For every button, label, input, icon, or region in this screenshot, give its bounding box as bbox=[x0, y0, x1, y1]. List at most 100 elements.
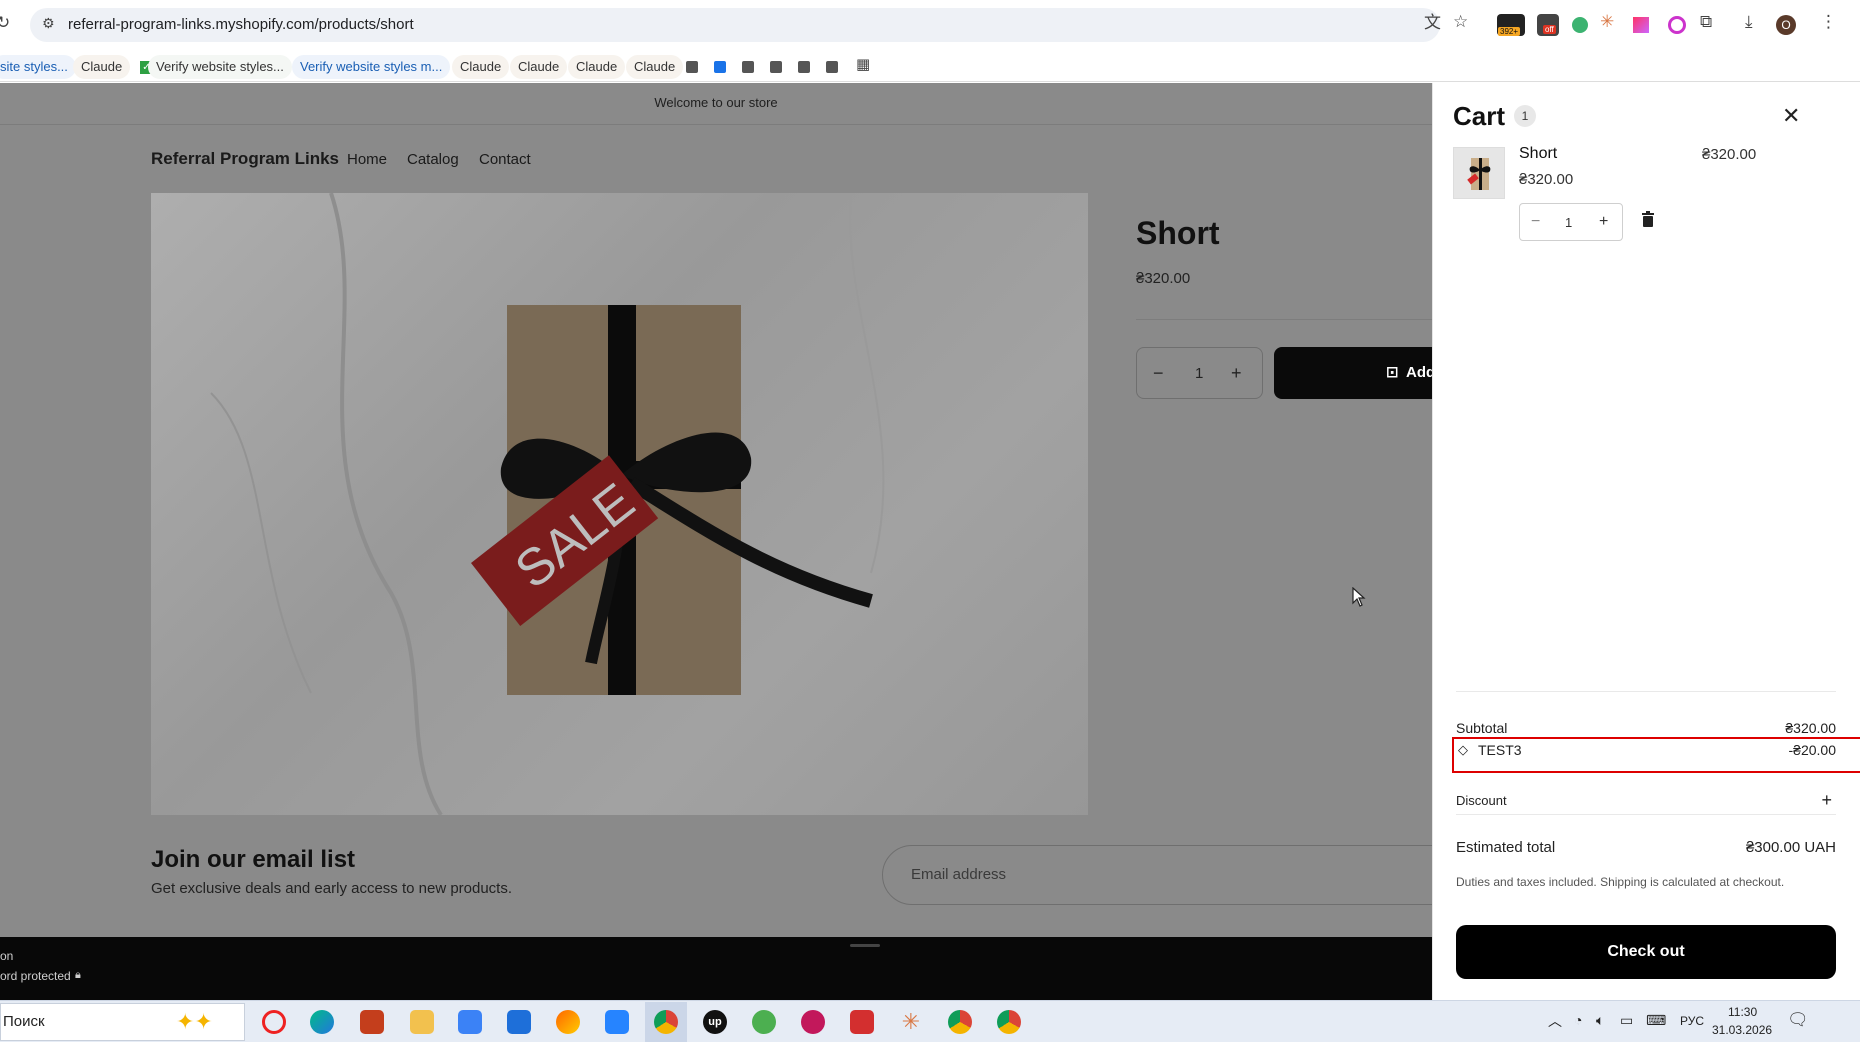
clock-date[interactable]: 31.03.2026 bbox=[1712, 1023, 1772, 1037]
outlook-icon[interactable] bbox=[507, 1010, 531, 1034]
extensions-puzzle-icon[interactable]: ⧉ bbox=[1700, 12, 1712, 32]
url-text[interactable]: referral-program-links.myshopify.com/pro… bbox=[68, 16, 414, 33]
close-icon[interactable]: ✕ bbox=[1782, 103, 1800, 129]
gift-thumbnail-image bbox=[1454, 148, 1504, 198]
browser-menu-icon[interactable]: ⋮ bbox=[1820, 12, 1837, 32]
browser-chrome: ↻ ⚙ referral-program-links.myshopify.com… bbox=[0, 0, 1860, 82]
bookmark-item[interactable]: Claude bbox=[452, 55, 510, 79]
cart-item-line-total: ₴320.00 bbox=[1702, 146, 1757, 163]
subtotal-label: Subtotal bbox=[1456, 720, 1508, 736]
minus-icon[interactable]: − bbox=[1153, 363, 1164, 384]
subtotal-value: ₴320.00 bbox=[1785, 720, 1836, 736]
extension-gradient-icon[interactable] bbox=[1633, 17, 1649, 33]
battery-icon[interactable]: ▭ bbox=[1620, 1012, 1633, 1029]
minus-icon[interactable]: − bbox=[1531, 213, 1540, 231]
download-icon[interactable]: ⤓ bbox=[1745, 12, 1753, 32]
bag-icon: ⊡ bbox=[1386, 364, 1399, 381]
app-icon[interactable] bbox=[801, 1010, 825, 1034]
product-quantity-selector[interactable]: − 1 + bbox=[1136, 347, 1263, 399]
estimated-total-value: ₴300.00 UAH bbox=[1745, 839, 1836, 856]
trash-icon[interactable] bbox=[1641, 211, 1655, 227]
edge-icon[interactable] bbox=[310, 1010, 334, 1034]
cart-item-name[interactable]: Short bbox=[1519, 145, 1557, 163]
product-quantity-value[interactable]: 1 bbox=[1195, 365, 1203, 382]
newsletter-heading: Join our email list bbox=[151, 846, 356, 873]
file-explorer-icon[interactable] bbox=[410, 1010, 434, 1034]
bookmark-favicon-icon[interactable] bbox=[826, 61, 838, 73]
nav-contact[interactable]: Contact bbox=[479, 151, 531, 168]
apps-grid-icon[interactable]: ▦ bbox=[856, 55, 870, 75]
cart-drawer: Cart 1 ✕ Short ₴320.00 ₴320.00 − 1 + Sub… bbox=[1432, 83, 1860, 1000]
bookmark-favicon-icon[interactable] bbox=[770, 61, 782, 73]
nav-home[interactable]: Home bbox=[347, 151, 387, 168]
bookmark-item[interactable]: Claude bbox=[73, 55, 131, 79]
utorrent-icon[interactable] bbox=[752, 1010, 776, 1034]
store-brand[interactable]: Referral Program Links bbox=[151, 149, 339, 169]
footer-password-text: ord protected bbox=[0, 969, 71, 983]
address-bar-row: ↻ ⚙ referral-program-links.myshopify.com… bbox=[0, 0, 1860, 50]
bookmark-star-icon[interactable]: ☆ bbox=[1453, 12, 1468, 32]
cart-item-thumbnail[interactable] bbox=[1453, 147, 1505, 199]
upwork-icon[interactable]: up bbox=[703, 1010, 727, 1034]
bookmark-item[interactable]: Claude bbox=[568, 55, 626, 79]
nav-catalog[interactable]: Catalog bbox=[407, 151, 459, 168]
bookmark-favicon-icon[interactable] bbox=[742, 61, 754, 73]
claude-extension-icon[interactable]: ✳ bbox=[1600, 12, 1614, 32]
sparkle-icon[interactable]: ✦✦ bbox=[176, 1009, 213, 1035]
discount-toggle[interactable]: Discount + bbox=[1456, 790, 1836, 811]
opera-icon[interactable] bbox=[262, 1010, 286, 1034]
chrome-icon[interactable] bbox=[654, 1010, 678, 1034]
add-to-cart-label: Add bbox=[1406, 364, 1432, 381]
chrome-icon[interactable] bbox=[997, 1010, 1021, 1034]
bookmarks-bar: site styles... Claude ✓ Verify website s… bbox=[0, 50, 1860, 82]
bookmark-favicon-icon[interactable] bbox=[714, 61, 726, 73]
newsletter-subtext: Get exclusive deals and early access to … bbox=[151, 880, 513, 897]
app-icon[interactable] bbox=[605, 1010, 629, 1034]
mcafee-icon[interactable] bbox=[850, 1010, 874, 1034]
chrome-icon[interactable] bbox=[948, 1010, 972, 1034]
plus-icon[interactable]: + bbox=[1821, 790, 1832, 811]
reload-icon[interactable]: ↻ bbox=[0, 13, 10, 33]
bookmark-item[interactable]: site styles... bbox=[0, 55, 76, 79]
extension-ring-icon[interactable] bbox=[1668, 16, 1686, 34]
footer-text: on bbox=[0, 949, 14, 963]
plus-icon[interactable]: + bbox=[1599, 213, 1608, 231]
divider bbox=[1136, 319, 1432, 320]
profile-avatar[interactable]: O bbox=[1776, 15, 1796, 35]
volume-icon[interactable]: 🔈︎ bbox=[1596, 1012, 1604, 1029]
cart-quantity-value[interactable]: 1 bbox=[1565, 215, 1572, 230]
bookmark-favicon-icon[interactable] bbox=[686, 61, 698, 73]
tag-icon: ◇ bbox=[1458, 742, 1468, 757]
extension-badge-count: 392+ bbox=[1498, 27, 1521, 36]
translate-icon[interactable]: 文 bbox=[1424, 13, 1441, 33]
bookmark-item[interactable]: Claude bbox=[626, 55, 684, 79]
firefox-icon[interactable] bbox=[556, 1010, 580, 1034]
cart-count-badge: 1 bbox=[1514, 105, 1536, 127]
store-page-overlay[interactable]: Welcome to our store Referral Program Li… bbox=[0, 83, 1432, 1000]
claude-icon[interactable]: ✳ bbox=[899, 1010, 923, 1034]
checkout-button[interactable]: Check out bbox=[1456, 925, 1836, 979]
cart-item-unit-price: ₴320.00 bbox=[1519, 171, 1574, 188]
notifications-icon[interactable]: 🗨︎ bbox=[1787, 1010, 1809, 1030]
bookmark-item[interactable]: Verify website styles m... bbox=[292, 55, 451, 79]
network-icon[interactable]: ◔ bbox=[1574, 1012, 1582, 1028]
product-image[interactable]: SALE bbox=[151, 193, 1088, 815]
language-indicator[interactable]: РУС bbox=[1680, 1014, 1704, 1028]
plus-icon[interactable]: + bbox=[1231, 363, 1242, 384]
cart-quantity-selector[interactable]: − 1 + bbox=[1519, 203, 1623, 241]
extension-shield-icon[interactable] bbox=[1572, 17, 1588, 33]
keyboard-icon[interactable]: ⌨ bbox=[1646, 1012, 1666, 1029]
bookmark-item[interactable]: Verify website styles... bbox=[148, 55, 292, 79]
store-icon[interactable] bbox=[458, 1010, 482, 1034]
extension-badge-icon[interactable]: 392+ bbox=[1497, 14, 1525, 36]
chevron-up-icon[interactable]: ︿ bbox=[1548, 1011, 1562, 1031]
site-settings-icon[interactable]: ⚙ bbox=[42, 13, 55, 33]
bookmark-favicon-icon[interactable] bbox=[798, 61, 810, 73]
powerpoint-icon[interactable] bbox=[360, 1010, 384, 1034]
clock-time[interactable]: 11:30 bbox=[1728, 1005, 1757, 1019]
bookmark-item[interactable]: Claude bbox=[510, 55, 568, 79]
email-input[interactable]: Email address bbox=[882, 845, 1432, 905]
extension-off-icon[interactable]: off bbox=[1537, 14, 1559, 36]
product-title: Short bbox=[1136, 215, 1220, 251]
add-to-cart-button[interactable]: ⊡ Add bbox=[1274, 347, 1432, 399]
